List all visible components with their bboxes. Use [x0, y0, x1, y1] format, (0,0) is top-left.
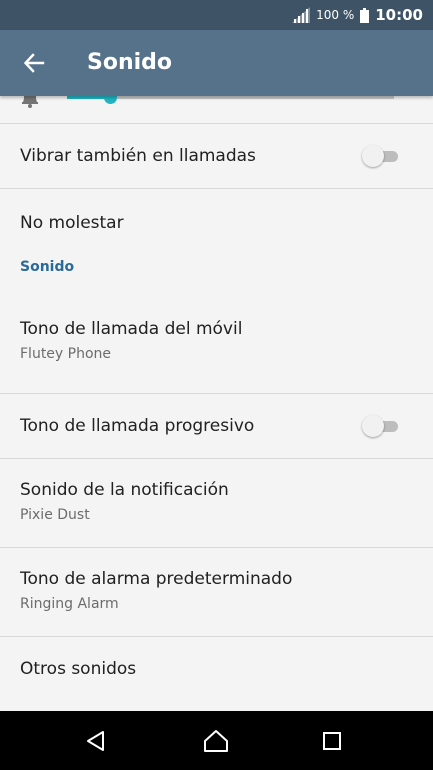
nav-recents-icon	[323, 732, 341, 750]
list-item-otros-sonidos[interactable]: Otros sonidos	[0, 637, 433, 701]
list-item-subtitle: Ringing Alarm	[20, 596, 119, 612]
nav-back-icon	[87, 731, 104, 751]
list-item-subtitle: Pixie Dust	[20, 507, 90, 523]
signal-icon	[292, 7, 311, 23]
list-item-subtitle: Flutey Phone	[20, 346, 112, 362]
toggle-thumb	[362, 415, 384, 437]
list-item-alarma[interactable]: Tono de alarma predeterminado Ringing Al…	[0, 548, 433, 636]
list-item-title: Tono de llamada progresivo	[20, 416, 255, 436]
list-item-title: Sonido de la notificación	[20, 480, 229, 500]
section-header-sonido: Sonido	[0, 255, 433, 303]
list-item-title: Vibrar también en llamadas	[20, 146, 256, 166]
battery-percent: 100 %	[316, 8, 355, 22]
toggle-thumb	[362, 145, 384, 167]
clock: 10:00	[375, 6, 423, 24]
progresivo-toggle[interactable]	[362, 415, 400, 437]
nav-home-icon	[204, 730, 228, 752]
back-arrow-icon	[23, 53, 45, 73]
list-item-title: No molestar	[20, 213, 124, 233]
nav-home-button[interactable]	[198, 723, 234, 759]
list-item-tono-movil[interactable]: Tono de llamada del móvil Flutey Phone	[0, 303, 433, 393]
status-indicators: 100 % 10:00	[292, 0, 423, 30]
list-item-no-molestar[interactable]: No molestar	[0, 189, 433, 255]
back-button[interactable]	[14, 43, 54, 83]
list-item-tono-progresivo[interactable]: Tono de llamada progresivo	[0, 394, 433, 458]
nav-recents-button[interactable]	[314, 723, 350, 759]
page-title: Sonido	[87, 50, 173, 75]
volume-slider-thumb[interactable]	[103, 96, 117, 104]
battery-icon	[360, 7, 370, 23]
nav-back-button[interactable]	[78, 723, 114, 759]
settings-list: Vibrar también en llamadas No molestar S…	[0, 123, 433, 701]
list-item-title: Tono de alarma predeterminado	[20, 569, 293, 589]
volume-slider[interactable]	[67, 96, 394, 104]
list-item-title: Otros sonidos	[20, 659, 137, 679]
vibrar-toggle[interactable]	[362, 145, 400, 167]
section-header: Sonido	[20, 259, 75, 275]
list-item-title: Tono de llamada del móvil	[20, 319, 243, 339]
navigation-bar	[0, 711, 433, 770]
list-item-notificacion[interactable]: Sonido de la notificación Pixie Dust	[0, 459, 433, 547]
bell-icon	[22, 96, 38, 108]
list-item-vibrar[interactable]: Vibrar también en llamadas	[0, 124, 433, 188]
volume-row	[0, 96, 433, 123]
app-bar: Sonido	[0, 30, 433, 96]
status-bar: 100 % 10:00	[0, 0, 433, 30]
